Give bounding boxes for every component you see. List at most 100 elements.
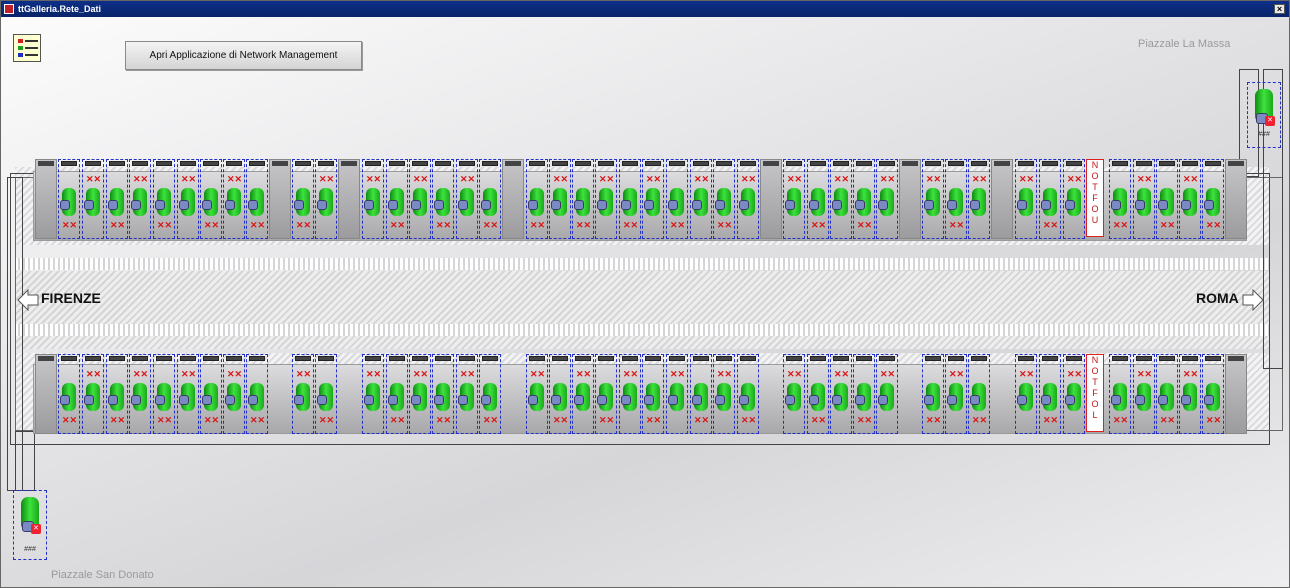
network-cabinet[interactable]: ✕✕ [1202,354,1224,434]
network-cabinet[interactable]: ✕✕ [1109,159,1131,239]
network-cabinet[interactable]: ✕✕ [362,159,384,239]
network-cabinet[interactable]: ✕✕ [1063,159,1085,239]
network-cabinet[interactable]: ✕✕ [479,354,501,434]
network-cabinet[interactable]: ✕✕ [690,354,712,434]
network-cabinet[interactable]: ✕✕ [432,354,454,434]
network-cabinet[interactable]: ✕✕ [129,159,151,239]
network-cabinet[interactable]: ✕✕ [807,354,829,434]
network-cabinet[interactable]: ✕✕ [549,354,571,434]
network-cabinet[interactable]: ✕✕ [1063,354,1085,434]
network-cabinet[interactable]: ✕✕ [830,159,852,239]
network-cabinet[interactable]: ✕✕ [223,159,245,239]
network-cabinet[interactable]: ✕✕ [106,159,128,239]
network-cabinet[interactable]: ✕✕ [830,354,852,434]
network-cabinet[interactable]: ✕✕ [572,159,594,239]
notfo-panel-bottom[interactable]: N O T F O L [1086,354,1104,432]
network-cabinet[interactable]: ✕✕ [82,354,104,434]
network-cabinet[interactable]: ✕✕ [82,159,104,239]
network-cabinet[interactable]: ✕✕ [1179,159,1201,239]
network-cabinet[interactable]: ✕✕ [713,354,735,434]
network-cabinet[interactable]: ✕✕ [200,159,222,239]
network-cabinet[interactable]: ✕✕ [945,354,967,434]
network-cabinet[interactable]: ✕✕ [945,159,967,239]
network-cabinet[interactable]: ✕✕ [737,159,759,239]
open-network-management-button[interactable]: Apri Applicazione di Network Management [125,41,362,70]
network-cabinet[interactable]: ✕✕ [642,159,664,239]
notfo-letter: F [1092,388,1098,398]
network-cabinet[interactable]: ✕✕ [386,159,408,239]
cabinet-tag [295,356,311,361]
network-cabinet[interactable]: ✕✕ [409,354,431,434]
network-cabinet[interactable]: ✕✕ [315,159,337,239]
list-menu-icon[interactable] [13,34,41,62]
network-cabinet[interactable]: ✕✕ [292,354,314,434]
server-node-bottom-left[interactable]: ✕ ### [13,490,47,560]
cabinet-tag [810,356,826,361]
network-cabinet[interactable]: ✕✕ [922,354,944,434]
network-cabinet[interactable]: ✕✕ [246,159,268,239]
direction-label-right: ROMA [1196,290,1239,306]
network-cabinet[interactable]: ✕✕ [526,159,548,239]
network-cabinet[interactable]: ✕✕ [1156,354,1178,434]
network-cabinet[interactable]: ✕✕ [200,354,222,434]
network-cabinet[interactable]: ✕✕ [737,354,759,434]
network-cabinet[interactable]: ✕✕ [690,159,712,239]
network-cabinet[interactable]: ✕✕ [876,354,898,434]
network-cabinet[interactable]: ✕✕ [595,159,617,239]
network-cabinet[interactable]: ✕✕ [1202,159,1224,239]
network-cabinet[interactable]: ✕✕ [968,159,990,239]
network-cabinet[interactable]: ✕✕ [479,159,501,239]
network-cabinet[interactable]: ✕✕ [177,159,199,239]
network-cabinet[interactable]: ✕✕ [783,159,805,239]
cabinet-tag [38,356,54,361]
network-cabinet[interactable]: ✕✕ [549,159,571,239]
network-cabinet[interactable]: ✕✕ [853,159,875,239]
network-cabinet[interactable]: ✕✕ [713,159,735,239]
network-cabinet[interactable]: ✕✕ [177,354,199,434]
network-cabinet[interactable]: ✕✕ [968,354,990,434]
network-cabinet[interactable]: ✕✕ [456,159,478,239]
network-cabinet[interactable]: ✕✕ [58,159,80,239]
network-cabinet[interactable]: ✕✕ [526,354,548,434]
network-cabinet[interactable]: ✕✕ [1156,159,1178,239]
red-x-icon: ✕✕ [880,369,896,379]
network-cabinet[interactable]: ✕✕ [1179,354,1201,434]
network-cabinet[interactable]: ✕✕ [432,159,454,239]
network-cabinet[interactable]: ✕✕ [1133,354,1155,434]
network-cabinet[interactable]: ✕✕ [129,354,151,434]
network-cabinet[interactable]: ✕✕ [922,159,944,239]
network-cabinet[interactable]: ✕✕ [666,159,688,239]
network-cabinet[interactable]: ✕✕ [1015,159,1037,239]
network-cabinet[interactable]: ✕✕ [1109,354,1131,434]
network-cabinet[interactable]: ✕✕ [876,159,898,239]
network-cabinet[interactable]: ✕✕ [58,354,80,434]
network-cabinet[interactable]: ✕✕ [619,354,641,434]
network-cabinet[interactable]: ✕✕ [666,354,688,434]
network-cabinet[interactable]: ✕✕ [456,354,478,434]
network-cabinet[interactable]: ✕✕ [153,354,175,434]
network-cabinet[interactable]: ✕✕ [619,159,641,239]
network-cabinet[interactable]: ✕✕ [807,159,829,239]
network-cabinet[interactable]: ✕✕ [642,354,664,434]
network-cabinet[interactable]: ✕✕ [386,354,408,434]
network-cabinet[interactable]: ✕✕ [223,354,245,434]
network-cabinet[interactable]: ✕✕ [1039,159,1061,239]
network-cabinet[interactable]: ✕✕ [409,159,431,239]
network-cabinet[interactable]: ✕✕ [1133,159,1155,239]
network-cabinet[interactable]: ✕✕ [153,159,175,239]
notfo-panel-top[interactable]: N O T F O U [1086,159,1104,237]
network-cabinet[interactable]: ✕✕ [315,354,337,434]
network-cabinet[interactable]: ✕✕ [853,354,875,434]
network-cabinet[interactable]: ✕✕ [1039,354,1061,434]
server-node-top-right[interactable]: ✕ ### [1247,82,1281,148]
network-cabinet[interactable]: ✕✕ [362,354,384,434]
close-button[interactable]: × [1274,4,1285,14]
network-cabinet[interactable]: ✕✕ [1015,354,1037,434]
network-cabinet[interactable]: ✕✕ [595,354,617,434]
network-cabinet[interactable]: ✕✕ [292,159,314,239]
network-cabinet[interactable]: ✕✕ [106,354,128,434]
network-cabinet[interactable]: ✕✕ [783,354,805,434]
cabinet-tag [365,356,381,361]
network-cabinet[interactable]: ✕✕ [246,354,268,434]
network-cabinet[interactable]: ✕✕ [572,354,594,434]
